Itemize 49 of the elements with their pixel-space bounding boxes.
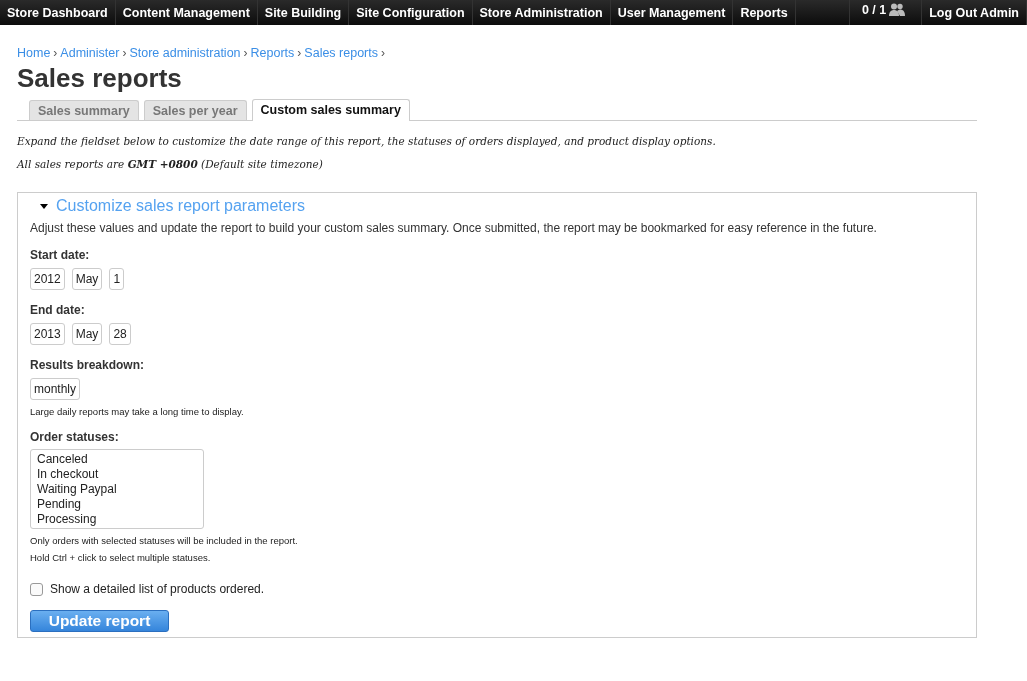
- breadcrumb-separator: ›: [243, 46, 248, 60]
- status-option[interactable]: Processing: [37, 512, 197, 527]
- intro-text: Expand the fieldset below to customize the date range of this report, the statuses of orders displayed, and product display options.: [17, 135, 717, 147]
- tab[interactable]: Custom sales summary: [251, 99, 410, 121]
- breadcrumb-link[interactable]: Sales reports: [304, 46, 378, 60]
- status-option[interactable]: Pending: [37, 497, 197, 512]
- field-label: End date:: [30, 303, 86, 317]
- toolbar-link[interactable]: Store Administration: [472, 0, 611, 25]
- breadcrumb-separator: ›: [381, 46, 385, 60]
- help-text: Only orders with selected statuses will be included in the report.: [30, 535, 299, 546]
- field-label: Start date:: [30, 248, 91, 262]
- field-label: Order statuses:: [30, 430, 120, 444]
- toolbar-link[interactable]: Reports: [733, 0, 796, 25]
- day-select[interactable]: 1: [109, 268, 125, 290]
- breadcrumb-separator: ›: [122, 46, 127, 60]
- toolbar-link[interactable]: Store Dashboard: [0, 0, 116, 25]
- year-select[interactable]: 2012: [30, 268, 65, 290]
- checkbox[interactable]: [30, 582, 43, 596]
- toolbar-link[interactable]: Content Management: [115, 0, 258, 25]
- breadcrumb-link[interactable]: Reports: [250, 46, 295, 60]
- breakdown-select[interactable]: monthly: [30, 378, 81, 400]
- breadcrumb-separator: ›: [53, 46, 58, 60]
- caret-icon[interactable]: [40, 203, 48, 209]
- breadcrumb-separator: ›: [297, 46, 302, 60]
- toolbar-link[interactable]: User Management: [610, 0, 734, 25]
- tab[interactable]: Sales per year: [143, 100, 247, 120]
- user-count: 0 / 1: [861, 3, 887, 17]
- breadcrumb-link[interactable]: Store administration: [129, 46, 241, 60]
- users-icon: [889, 3, 906, 16]
- toolbar-link[interactable]: Site Configuration: [349, 0, 473, 25]
- day-select[interactable]: 28: [109, 323, 131, 345]
- help-text: Large daily reports may take a long time to display.: [30, 406, 245, 417]
- logout-link[interactable]: Log Out Admin: [922, 0, 1027, 25]
- checkbox-label: Show a detailed list of products ordered.: [50, 582, 265, 596]
- field-label: Results breakdown:: [30, 358, 146, 372]
- month-select[interactable]: May: [71, 268, 103, 290]
- status-option[interactable]: Waiting Paypal: [37, 482, 197, 497]
- toolbar-link[interactable]: Site Building: [257, 0, 350, 25]
- help-text: Hold Ctrl + click to select multiple statuses.: [30, 552, 212, 563]
- breadcrumb-link[interactable]: Administer: [60, 46, 120, 60]
- page-title: Sales reports: [17, 63, 183, 94]
- fieldset-description: Adjust these values and update the report to build your custom sales summary. Once submitted, the report may be bookmarked for easy reference in the future.: [30, 221, 878, 235]
- status-listbox[interactable]: Canceled In checkout Waiting Paypal Pending Processing: [30, 449, 204, 529]
- status-option[interactable]: In checkout: [37, 467, 197, 482]
- intro-text: All sales reports are GMT +0800 (Default site timezone): [17, 158, 324, 170]
- month-select[interactable]: May: [71, 323, 103, 345]
- tab[interactable]: Sales summary: [29, 100, 139, 120]
- year-select[interactable]: 2013: [30, 323, 65, 345]
- status-option[interactable]: Canceled: [37, 452, 197, 467]
